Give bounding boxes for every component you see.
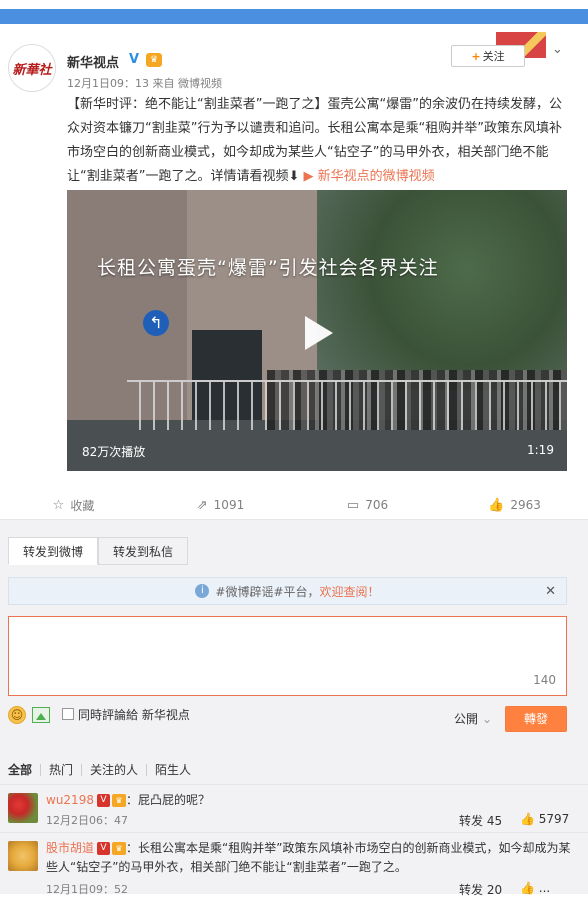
chevron-down-icon: ⌄ [482,712,493,726]
verified-icon: V [97,842,111,855]
video-caption: 长租公寓蛋壳“爆雷”引发社会各界关注 [97,257,439,279]
comment-button[interactable]: ▭ 706 [294,490,441,520]
repost-tabs: 转发到微博 转发到私信 [8,537,189,565]
play-icon[interactable] [293,310,339,356]
like-count: 2963 [510,498,541,512]
video-views: 82万次播放 [82,445,146,459]
post-meta: 12月1日09：13 来自 微博视频 [67,77,222,90]
verified-icon: V [96,794,110,807]
member-crown-icon: ♛ [112,842,127,855]
comment-body: ：屁凸屁的呢？ [125,793,210,807]
comment-user[interactable]: 股市胡道 [46,841,94,855]
char-counter: 140 [533,673,556,687]
follow-button[interactable]: + 关注 [451,45,525,67]
also-comment-checkbox[interactable] [62,708,74,720]
notice-link[interactable]: 欢迎查阅！ [320,583,380,600]
comment-forward[interactable]: 转发 45 [459,812,502,829]
comment-filter-tabs: 全部 热门 关注的人 陌生人 [8,764,199,776]
member-crown-icon: ♛ [146,53,162,67]
star-icon: ☆ [52,497,65,513]
video-link[interactable]: ▶ 新华视点的微博视频 [304,169,435,184]
info-icon: i [195,584,210,598]
tab-following[interactable]: 关注的人 [81,764,146,776]
repost-toolbar: ☺ 同時評論給 新华视点 公開 ⌄ 轉發 [8,706,567,732]
image-icon[interactable] [32,707,50,723]
favorite-label: 收藏 [70,498,95,513]
comment-icon: ▭ [346,497,360,513]
chevron-down-icon[interactable]: ⌄ [552,42,563,57]
visibility-select[interactable]: 公開 ⌄ [454,710,492,727]
browser-top-bar [0,0,588,24]
repost-icon: ⇗ [196,497,208,513]
comment-count: 706 [365,498,389,512]
comment-like-count: 5797 [538,812,570,826]
thumbs-up-icon: 👍 [488,497,505,513]
emoji-icon[interactable]: ☺ [8,706,26,724]
tab-hot[interactable]: 热门 [40,764,81,776]
post-action-bar: ☆ 收藏 ⇗ 1091 ▭ 706 👍 2963 [0,490,588,520]
comment-like[interactable]: 👍 5797 [520,812,569,826]
tab-repost-weibo[interactable]: 转发到微博 [8,537,99,565]
author-avatar[interactable]: 新華社 [8,44,56,92]
list-item: 股市胡道 V ♛ ：长租公寓本是乘“租购并举”政策东风填补市场空白的创新商业模式，如今… [0,832,588,897]
repost-textarea[interactable]: 140 [8,616,567,696]
tab-strangers[interactable]: 陌生人 [146,764,199,776]
avatar[interactable] [8,841,38,871]
avatar[interactable] [8,793,38,823]
visibility-value: 公開 [454,712,479,726]
xinhua-logo: 新華社 [12,62,52,78]
top-blue-strip [0,9,588,24]
thumbs-up-icon: 👍 [520,812,539,826]
close-icon[interactable]: ✕ [545,584,556,599]
turn-sign-icon: ↰ [143,310,169,336]
like-button[interactable]: 👍 2963 [441,490,588,520]
comment-time: 12月1日09：52 [46,883,128,896]
follow-label: 关注 [482,50,505,63]
plus-icon: + [471,49,481,63]
comment-text: wu2198 V ♛ ：屁凸屁的呢？ [46,791,576,810]
repost-button[interactable]: ⇗ 1091 [147,490,294,520]
weibo-post-card: 新華社 新华视点 V ♛ 12月1日09：13 来自 微博视频 + 关注 ⌄ 【新… [0,24,588,520]
member-crown-icon: ♛ [111,794,126,807]
comment-time: 12月2日06：47 [46,814,128,827]
author-name[interactable]: 新华视点 [67,52,119,71]
video-link-label: 新华视点的微博视频 [317,169,435,184]
submit-repost-button[interactable]: 轉發 [505,706,567,732]
favorite-button[interactable]: ☆ 收藏 [0,490,147,520]
rumor-notice: i #微博辟谣#平台， 欢迎查阅！ ✕ [8,577,567,605]
list-item: wu2198 V ♛ ：屁凸屁的呢？ 12月2日06：47 转发 45 👍 5797 [0,784,588,832]
notice-text: #微博辟谣#平台， [215,584,320,599]
also-comment-label: 同時評論給 新华视点 [78,708,190,722]
comment-like[interactable]: 👍 ... [520,881,550,895]
repost-panel: 转发到微博 转发到私信 i #微博辟谣#平台， 欢迎查阅！ ✕ 140 ☺ 同時… [0,520,588,897]
comment-text: 股市胡道 V ♛ ：长租公寓本是乘“租购并举”政策东风填补市场空白的创新商业模式，如今… [46,839,576,877]
post-text: 【新华时评：绝不能让“割韭菜者”一跑了之】蛋壳公寓“爆雷”的余波仍在持续发酵，公… [67,93,572,189]
video-duration: 1:19 [527,443,554,457]
verified-icon: V [129,52,140,67]
tab-all[interactable]: 全部 [8,764,40,776]
comment-forward[interactable]: 转发 20 [459,881,502,898]
video-fence [127,380,567,430]
video-trees [317,190,567,390]
video-player[interactable]: ↰ 长租公寓蛋壳“爆雷”引发社会各界关注 82万次播放 1:19 [67,190,567,471]
tab-repost-private[interactable]: 转发到私信 [98,537,189,565]
repost-count: 1091 [213,498,245,512]
comment-user[interactable]: wu2198 [46,793,94,807]
thumbs-up-icon: 👍 [520,881,539,895]
comment-like-count: ... [538,881,551,895]
